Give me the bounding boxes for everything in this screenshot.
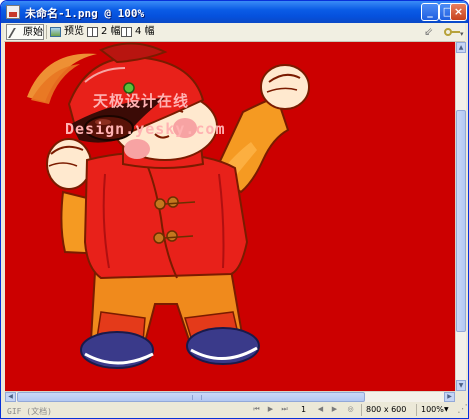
watermark-chinese: 天极设计在线 xyxy=(93,92,190,110)
last-frame-icon[interactable]: ⏭ xyxy=(280,405,289,414)
minimize-button[interactable]: _ xyxy=(421,3,439,21)
scroll-left-arrow-icon[interactable]: ◀ xyxy=(5,392,16,402)
four-up-button[interactable]: 4 幅 xyxy=(119,24,155,40)
image-document-icon xyxy=(6,5,20,19)
export-wizard-icon[interactable]: ⇙ xyxy=(424,25,438,38)
previous-frame-icon[interactable]: ◀ xyxy=(316,405,325,414)
scroll-right-arrow-icon[interactable]: ▶ xyxy=(444,392,455,402)
zoom-level[interactable]: 100% xyxy=(421,405,444,414)
frame-loop-icon[interactable]: ◎ xyxy=(346,405,355,414)
title-bar[interactable]: 未命名-1.png @ 100% _ □ × xyxy=(1,1,468,23)
horizontal-scrollbar[interactable]: ◀ ▶ xyxy=(5,391,455,402)
two-up-label: 2 幅 xyxy=(101,26,121,37)
status-divider xyxy=(416,404,417,416)
watermark-url: Design.yesky.com xyxy=(65,120,226,138)
resize-grip-icon[interactable] xyxy=(457,402,468,416)
scroll-up-arrow-icon[interactable]: ▲ xyxy=(456,42,466,53)
view-toolbar: 原始 预览 2 幅 4 幅 ⇙ ▾ xyxy=(4,23,465,42)
toolbar-divider xyxy=(46,25,47,39)
two-up-button[interactable]: 2 幅 xyxy=(85,24,121,40)
document-size: 800 x 600 xyxy=(366,405,407,414)
four-up-icon xyxy=(121,27,132,37)
export-format-readout: GIF (文档) xyxy=(7,407,52,416)
two-up-icon xyxy=(87,27,98,37)
vertical-scroll-thumb[interactable] xyxy=(456,110,466,332)
window-title: 未命名-1.png @ 100% xyxy=(25,7,145,20)
four-up-label: 4 幅 xyxy=(135,26,155,37)
next-frame-icon[interactable]: ▶ xyxy=(330,405,339,414)
document-window: 未命名-1.png @ 100% _ □ × 原始 预览 2 幅 4 幅 ⇙ ▾ xyxy=(0,0,469,419)
zoom-dropdown-arrow-icon[interactable]: ▼ xyxy=(444,406,449,413)
status-bar: GIF (文档) ⏮ ▶ ⏭ 1 ◀ ▶ ◎ 800 x 600 100% ▼ xyxy=(4,402,466,418)
status-divider xyxy=(361,404,362,416)
preview-label: 预览 xyxy=(64,26,84,37)
play-icon[interactable]: ▶ xyxy=(266,405,275,414)
original-view-label: 原始 xyxy=(23,27,43,38)
scroll-down-arrow-icon[interactable]: ▼ xyxy=(456,380,466,391)
horizontal-scroll-thumb[interactable] xyxy=(17,392,365,402)
first-frame-icon[interactable]: ⏮ xyxy=(252,405,261,414)
key-options-icon[interactable]: ▾ xyxy=(444,26,466,38)
frame-number: 1 xyxy=(301,405,307,414)
original-view-button[interactable]: 原始 xyxy=(6,24,44,40)
landscape-picture-icon xyxy=(50,27,61,37)
pencil-icon xyxy=(8,28,20,38)
image-canvas[interactable]: 天极设计在线 Design.yesky.com xyxy=(5,42,455,391)
preview-button[interactable]: 预览 xyxy=(48,24,84,40)
cartoon-boy-illustration xyxy=(27,42,310,369)
vertical-scrollbar[interactable]: ▲ ▼ xyxy=(455,42,466,391)
close-button[interactable]: × xyxy=(450,3,467,21)
